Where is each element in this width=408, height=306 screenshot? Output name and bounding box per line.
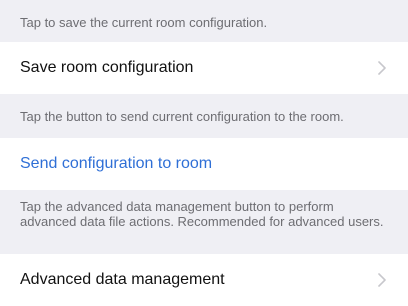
save-room-configuration-row[interactable]: Save room configuration: [0, 42, 408, 94]
save-room-configuration-label: Save room configuration: [20, 59, 194, 76]
send-help-text: Tap the button to send current configura…: [0, 94, 408, 138]
chevron-right-icon: [376, 61, 388, 75]
settings-screen: Tap to save the current room configurati…: [0, 0, 408, 306]
send-help-label: Tap the button to send current configura…: [20, 108, 344, 124]
send-configuration-label[interactable]: Send configuration to room: [20, 154, 212, 174]
advanced-data-management-label: Advanced data management: [20, 271, 225, 288]
advanced-help-label: Tap the advanced data management button …: [20, 199, 384, 229]
chevron-right-icon: [376, 273, 388, 287]
save-help-text: Tap to save the current room configurati…: [0, 0, 408, 42]
advanced-data-management-row[interactable]: Advanced data management: [0, 254, 408, 306]
save-help-label: Tap to save the current room configurati…: [20, 14, 268, 30]
send-configuration-row[interactable]: Send configuration to room: [0, 138, 408, 190]
advanced-help-text: Tap the advanced data management button …: [0, 190, 408, 254]
